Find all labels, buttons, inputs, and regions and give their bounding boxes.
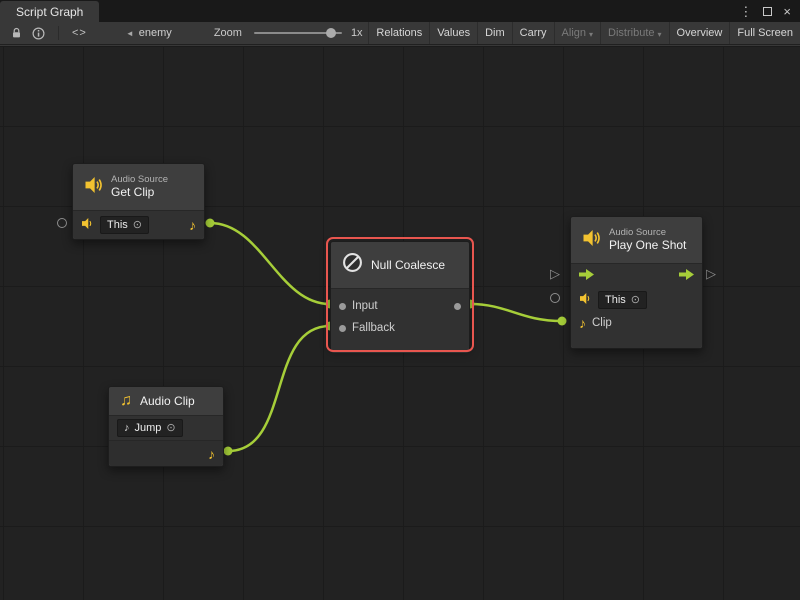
node-body: ♪ Jump ⊙ ♪ [109, 415, 223, 466]
node-header[interactable]: ♫ Audio Clip [109, 387, 223, 415]
chevron-down-icon: ▾ [589, 30, 593, 39]
close-icon[interactable]: × [783, 5, 791, 18]
target-dropdown[interactable]: This ⊙ [100, 216, 149, 234]
node-title: Get Clip [111, 185, 168, 200]
menu-icon[interactable]: ⋮ [739, 5, 752, 18]
fallback-port[interactable] [339, 325, 346, 332]
carry-button[interactable]: Carry [512, 22, 554, 44]
port-dot[interactable] [224, 447, 233, 456]
object-picker-icon[interactable]: ⊙ [166, 421, 175, 435]
audio-clip-dropdown[interactable]: ♪ Jump ⊙ [117, 419, 183, 437]
zoom-slider-handle[interactable] [326, 28, 336, 38]
control-out-arrow-icon[interactable] [679, 267, 694, 285]
dim-button[interactable]: Dim [477, 22, 512, 44]
toolbar-buttons: Relations Values Dim Carry Align ▾ Distr… [368, 22, 800, 44]
toolbar-separator [58, 26, 59, 40]
control-output-port[interactable]: ▷ [706, 267, 716, 281]
tab-script-graph[interactable]: Script Graph [0, 1, 99, 22]
music-note-icon: ♪ [124, 423, 130, 434]
input-port[interactable] [339, 303, 346, 310]
wire-getclip-to-input[interactable] [210, 223, 330, 304]
zoom-value: 1x [351, 27, 363, 39]
relations-button[interactable]: Relations [368, 22, 429, 44]
zoom-slider[interactable] [254, 32, 342, 34]
get-clip-target-port[interactable] [57, 218, 67, 228]
info-icon[interactable] [27, 22, 50, 44]
port-dot[interactable] [558, 317, 567, 326]
unity-graph-window: Script Graph ⋮ × <> ◄ enemy Zoom 1x Rela… [0, 0, 800, 600]
node-get-clip[interactable]: Audio Source Get Clip This ⊙ ♪ [72, 163, 205, 240]
audio-clip-value: Jump [135, 421, 162, 435]
fullscreen-button[interactable]: Full Screen [729, 22, 800, 44]
tab-title: Script Graph [16, 5, 83, 19]
target-value: This [107, 218, 128, 232]
port-label-clip: Clip [592, 317, 612, 329]
node-null-coalesce[interactable]: Null Coalesce Input Fallback [330, 241, 470, 348]
music-note-icon: ♪ [189, 218, 196, 232]
music-note-icon: ♪ [579, 316, 586, 330]
node-title: Audio Clip [140, 394, 195, 408]
port-label-input: Input [352, 300, 378, 312]
audio-clip-icon: ♫ [120, 393, 132, 409]
output-port[interactable] [454, 303, 461, 310]
node-category: Audio Source [111, 174, 168, 186]
code-icon[interactable]: <> [67, 22, 92, 44]
port-dot[interactable] [206, 219, 215, 228]
node-body: Input Fallback [331, 288, 469, 353]
values-button[interactable]: Values [429, 22, 477, 44]
zoom-label: Zoom [214, 27, 242, 39]
window-controls: ⋮ × [739, 0, 800, 22]
graph-canvas[interactable]: ▷ ▷ Audio Source Get Clip This [0, 46, 800, 600]
play-one-shot-target-port[interactable] [550, 293, 560, 303]
graph-back-icon: ◄ [126, 29, 134, 38]
speaker-icon [579, 291, 592, 309]
audio-source-icon [582, 230, 601, 251]
node-title: Null Coalesce [371, 258, 445, 272]
chevron-down-icon: ▾ [658, 30, 662, 39]
wire-output-to-clip[interactable] [470, 304, 562, 321]
target-dropdown[interactable]: This ⊙ [598, 291, 647, 309]
node-header[interactable]: Audio Source Play One Shot [571, 217, 702, 263]
node-body: This ⊙ ♪ [73, 210, 204, 239]
speaker-icon [81, 216, 94, 234]
control-in-arrow-icon[interactable] [579, 267, 594, 285]
node-category: Audio Source [609, 227, 686, 239]
distribute-button[interactable]: Distribute ▾ [600, 22, 668, 44]
graph-toolbar: <> ◄ enemy Zoom 1x Relations Values Dim … [0, 22, 800, 45]
breadcrumb-label: enemy [139, 27, 172, 39]
control-input-port[interactable]: ▷ [550, 267, 560, 281]
maximize-icon[interactable] [763, 7, 772, 16]
overview-button[interactable]: Overview [669, 22, 730, 44]
node-audio-clip[interactable]: ♫ Audio Clip ♪ Jump ⊙ ♪ [108, 386, 224, 467]
node-body: This ⊙ ♪ Clip [571, 263, 702, 348]
object-picker-icon[interactable]: ⊙ [631, 293, 640, 307]
lock-icon[interactable] [6, 22, 27, 44]
node-play-one-shot[interactable]: Audio Source Play One Shot [570, 216, 703, 349]
node-header[interactable]: Null Coalesce [331, 242, 469, 288]
breadcrumb[interactable]: ◄ enemy [126, 27, 172, 39]
tab-bar: Script Graph ⋮ × [0, 0, 800, 22]
music-note-icon: ♪ [208, 447, 215, 461]
wire-audioclip-to-fallback[interactable] [228, 326, 330, 451]
audio-source-icon [84, 177, 103, 198]
target-value: This [605, 293, 626, 307]
align-button[interactable]: Align ▾ [554, 22, 600, 44]
null-coalesce-icon [342, 252, 363, 278]
object-picker-icon[interactable]: ⊙ [133, 218, 142, 232]
node-title: Play One Shot [609, 238, 686, 253]
port-label-fallback: Fallback [352, 322, 395, 334]
node-header[interactable]: Audio Source Get Clip [73, 164, 204, 210]
